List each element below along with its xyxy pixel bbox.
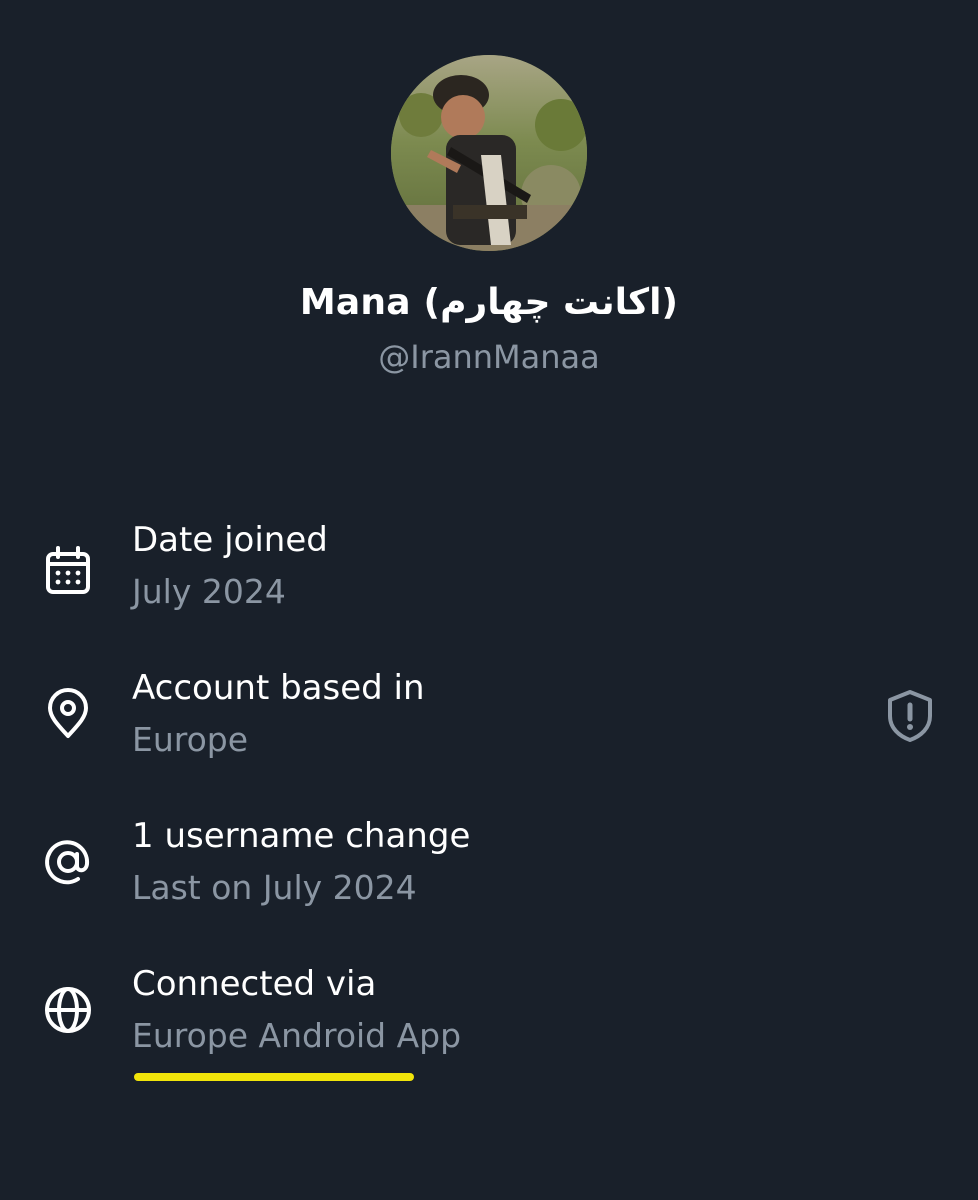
account-based-in-value: Europe (132, 720, 249, 759)
about-row-username-change: 1 username change Last on July 2024 (0, 816, 978, 936)
connected-via-label: Connected via (132, 964, 377, 1004)
connected-via-value: Europe Android App (132, 1016, 462, 1055)
date-joined-value: July 2024 (132, 572, 286, 611)
username-change-value: Last on July 2024 (132, 868, 417, 907)
username-change-label: 1 username change (132, 816, 471, 856)
shield-alert-icon[interactable] (884, 688, 936, 744)
at-sign-icon (40, 834, 96, 890)
profile-photo (391, 55, 587, 251)
globe-icon (40, 982, 96, 1038)
username-handle: @IrannManaa (378, 338, 600, 376)
about-row-date-joined: Date joined July 2024 (0, 520, 978, 640)
about-row-account-based-in[interactable]: Account based in Europe (0, 668, 978, 788)
display-name: Mana (اکانت چهارم) (299, 282, 679, 323)
date-joined-label: Date joined (132, 520, 328, 560)
location-pin-icon (40, 686, 96, 742)
calendar-icon (40, 544, 96, 600)
highlight-underline (134, 1073, 414, 1081)
avatar[interactable] (391, 55, 587, 251)
account-based-in-label: Account based in (132, 668, 425, 708)
about-row-connected-via: Connected via Europe Android App (0, 964, 978, 1084)
